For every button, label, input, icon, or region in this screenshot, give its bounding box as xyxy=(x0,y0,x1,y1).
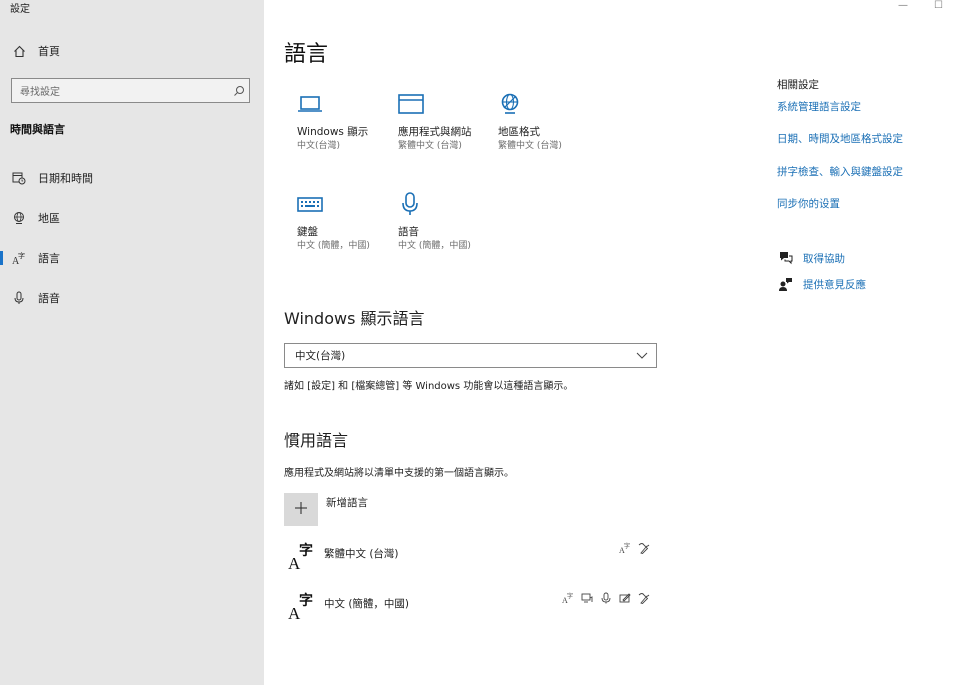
language-features: A字 xyxy=(562,592,650,604)
tile-sub: 繁體中文 (台灣) xyxy=(398,140,462,151)
give-feedback-label: 提供意見反應 xyxy=(803,278,866,291)
svg-text:字: 字 xyxy=(18,251,25,260)
tile-keyboard[interactable]: 鍵盤 中文 (簡體，中國) xyxy=(297,190,377,252)
sidebar-item-language[interactable]: A字 語言 xyxy=(0,244,264,272)
section-title: 時間與語言 xyxy=(10,123,65,136)
language-glyph-icon: A 字 xyxy=(288,593,313,623)
preferred-languages-note: 應用程式及網站將以清單中支援的第一個語言顯示。 xyxy=(284,468,514,479)
language-item[interactable]: A 字 中文 (簡體，中國) A字 xyxy=(284,590,664,630)
sidebar-item-label: 語言 xyxy=(38,252,60,265)
maximize-button[interactable]: ☐ xyxy=(934,0,943,11)
language-icon: A字 xyxy=(12,251,26,265)
tile-sub: 中文 (簡體，中國) xyxy=(297,240,370,251)
search-placeholder: 尋找設定 xyxy=(20,87,60,98)
globe-icon xyxy=(12,211,26,225)
display-language-dropdown[interactable]: 中文(台灣) xyxy=(284,343,657,368)
tile-apps-websites[interactable]: 應用程式與網站 繁體中文 (台灣) xyxy=(398,90,478,152)
laptop-icon xyxy=(297,90,382,118)
microphone-icon xyxy=(12,291,26,305)
svg-text:字: 字 xyxy=(567,592,573,600)
sidebar: 設定 首頁 尋找設定 時間與語言 日期和時間 地區 A字 語言 語音 xyxy=(0,0,264,685)
keyboard-icon xyxy=(297,190,377,218)
region-globe-icon xyxy=(498,90,588,118)
active-indicator xyxy=(0,251,3,265)
display-language-heading: Windows 顯示語言 xyxy=(284,309,425,328)
window-title: 設定 xyxy=(10,4,30,15)
handwriting-pen-feature-icon xyxy=(619,592,631,604)
svg-text:字: 字 xyxy=(624,542,630,550)
chevron-down-icon xyxy=(628,352,656,360)
related-settings-heading: 相關設定 xyxy=(777,79,819,91)
home-icon xyxy=(12,44,26,58)
tile-sub: 繁體中文 (台灣) xyxy=(498,140,562,151)
sidebar-item-date-time[interactable]: 日期和時間 xyxy=(0,164,264,192)
sidebar-item-label: 地區 xyxy=(38,212,60,225)
sidebar-item-label: 語音 xyxy=(38,292,60,305)
handwriting-feature-icon xyxy=(638,542,650,554)
sidebar-item-label: 日期和時間 xyxy=(38,172,93,185)
plus-icon xyxy=(294,500,308,519)
add-language-label[interactable]: 新增語言 xyxy=(326,495,368,510)
feedback-person-icon xyxy=(777,276,793,292)
sidebar-item-speech[interactable]: 語音 xyxy=(0,284,264,312)
microphone-icon xyxy=(398,190,478,218)
preferred-languages-heading: 慣用語言 xyxy=(284,431,349,450)
nav-home[interactable]: 首頁 xyxy=(0,37,264,65)
display-language-feature-icon: A字 xyxy=(562,592,574,604)
speech-recognition-feature-icon xyxy=(600,592,612,604)
sidebar-item-region[interactable]: 地區 xyxy=(0,204,264,232)
minimize-button[interactable]: — xyxy=(898,0,908,11)
language-name: 中文 (簡體，中國) xyxy=(324,598,410,610)
tile-windows-display[interactable]: Windows 顯示 中文(台灣) xyxy=(297,90,382,152)
display-language-note: 諸如 [設定] 和 [檔案總管] 等 Windows 功能會以這種語言顯示。 xyxy=(284,381,574,392)
tile-name: 語音 xyxy=(398,226,419,238)
link-sync-settings[interactable]: 同步你的设置 xyxy=(777,196,840,211)
help-chat-icon xyxy=(777,250,793,266)
add-language-button[interactable] xyxy=(284,493,318,526)
calendar-clock-icon xyxy=(12,171,26,185)
language-features: A字 xyxy=(619,542,650,554)
text-to-speech-feature-icon xyxy=(581,592,593,604)
tile-sub: 中文(台灣) xyxy=(297,140,341,151)
tile-speech[interactable]: 語音 中文 (簡體，中國) xyxy=(398,190,478,252)
tile-name: Windows 顯示 xyxy=(297,126,369,138)
tile-name: 地區格式 xyxy=(498,126,540,138)
link-admin-language-settings[interactable]: 系統管理語言設定 xyxy=(777,99,861,114)
handwriting-feature-icon xyxy=(638,592,650,604)
get-help-label: 取得協助 xyxy=(803,252,845,265)
nav-home-label: 首頁 xyxy=(38,45,60,58)
tile-name: 鍵盤 xyxy=(297,226,318,238)
display-language-feature-icon: A字 xyxy=(619,542,631,554)
search-icon[interactable] xyxy=(229,85,249,97)
language-glyph-icon: A 字 xyxy=(288,543,313,573)
tile-name: 應用程式與網站 xyxy=(398,126,472,138)
link-date-time-region-settings[interactable]: 日期、時間及地區格式設定 xyxy=(777,131,903,146)
link-spelling-typing-keyboard[interactable]: 拼字檢查、輸入與鍵盤設定 xyxy=(777,164,903,179)
give-feedback-link[interactable]: 提供意見反應 xyxy=(777,276,866,292)
get-help-link[interactable]: 取得協助 xyxy=(777,250,845,266)
language-name: 繁體中文 (台灣) xyxy=(324,548,399,560)
language-item[interactable]: A 字 繁體中文 (台灣) A字 xyxy=(284,540,664,580)
search-input[interactable]: 尋找設定 xyxy=(11,78,250,103)
browser-window-icon xyxy=(398,90,478,118)
tile-sub: 中文 (簡體，中國) xyxy=(398,240,471,251)
page-title: 語言 xyxy=(284,42,329,67)
dropdown-value: 中文(台灣) xyxy=(295,350,346,362)
tile-region-format[interactable]: 地區格式 繁體中文 (台灣) xyxy=(498,90,588,152)
